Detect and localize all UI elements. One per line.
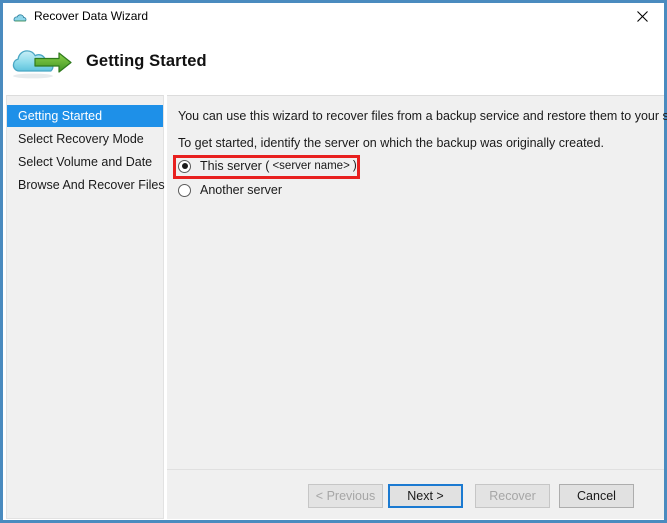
- cancel-button[interactable]: Cancel: [559, 484, 634, 508]
- footer-bar: < Previous Next > Recover Cancel: [167, 470, 664, 519]
- radio-this-server-suffix: ): [353, 160, 357, 172]
- next-button[interactable]: Next >: [388, 484, 463, 508]
- sidebar-item-getting-started[interactable]: Getting Started: [7, 105, 163, 127]
- radio-this-server[interactable]: This server ( <server name> ): [178, 159, 357, 173]
- content-divider: [167, 95, 664, 96]
- intro-paragraph: You can use this wizard to recover files…: [178, 109, 667, 123]
- titlebar: Recover Data Wizard: [3, 3, 664, 30]
- radio-another-server[interactable]: Another server: [178, 183, 282, 197]
- previous-button[interactable]: < Previous: [308, 484, 383, 508]
- sidebar-item-label: Browse And Recover Files: [18, 178, 165, 192]
- cloud-recover-icon: [11, 33, 77, 85]
- header-band: Getting Started: [3, 30, 664, 92]
- radio-selected-icon: [178, 160, 191, 173]
- sidebar-item-label: Select Recovery Mode: [18, 132, 144, 146]
- window-inner: Recover Data Wizard: [3, 3, 664, 520]
- instruction-paragraph: To get started, identify the server on w…: [178, 136, 604, 150]
- sidebar-item-select-volume-and-date[interactable]: Select Volume and Date: [7, 151, 163, 173]
- server-name-value: <server name>: [272, 160, 349, 172]
- window-title: Recover Data Wizard: [34, 7, 148, 26]
- sidebar-item-browse-and-recover-files[interactable]: Browse And Recover Files: [7, 174, 163, 196]
- recover-button[interactable]: Recover: [475, 484, 550, 508]
- cloud-icon: [12, 9, 28, 25]
- page-title: Getting Started: [86, 52, 207, 71]
- content-panel: You can use this wizard to recover files…: [167, 95, 664, 519]
- radio-another-server-label: Another server: [200, 183, 282, 197]
- radio-this-server-label: This server (: [200, 159, 269, 173]
- wizard-window: Recover Data Wizard: [0, 0, 667, 523]
- sidebar-item-label: Getting Started: [18, 109, 102, 123]
- close-icon: [636, 10, 649, 23]
- wizard-sidebar: Getting Started Select Recovery Mode Sel…: [6, 95, 164, 519]
- sidebar-item-label: Select Volume and Date: [18, 155, 152, 169]
- close-button[interactable]: [620, 3, 664, 29]
- radio-unselected-icon: [178, 184, 191, 197]
- sidebar-item-select-recovery-mode[interactable]: Select Recovery Mode: [7, 128, 163, 150]
